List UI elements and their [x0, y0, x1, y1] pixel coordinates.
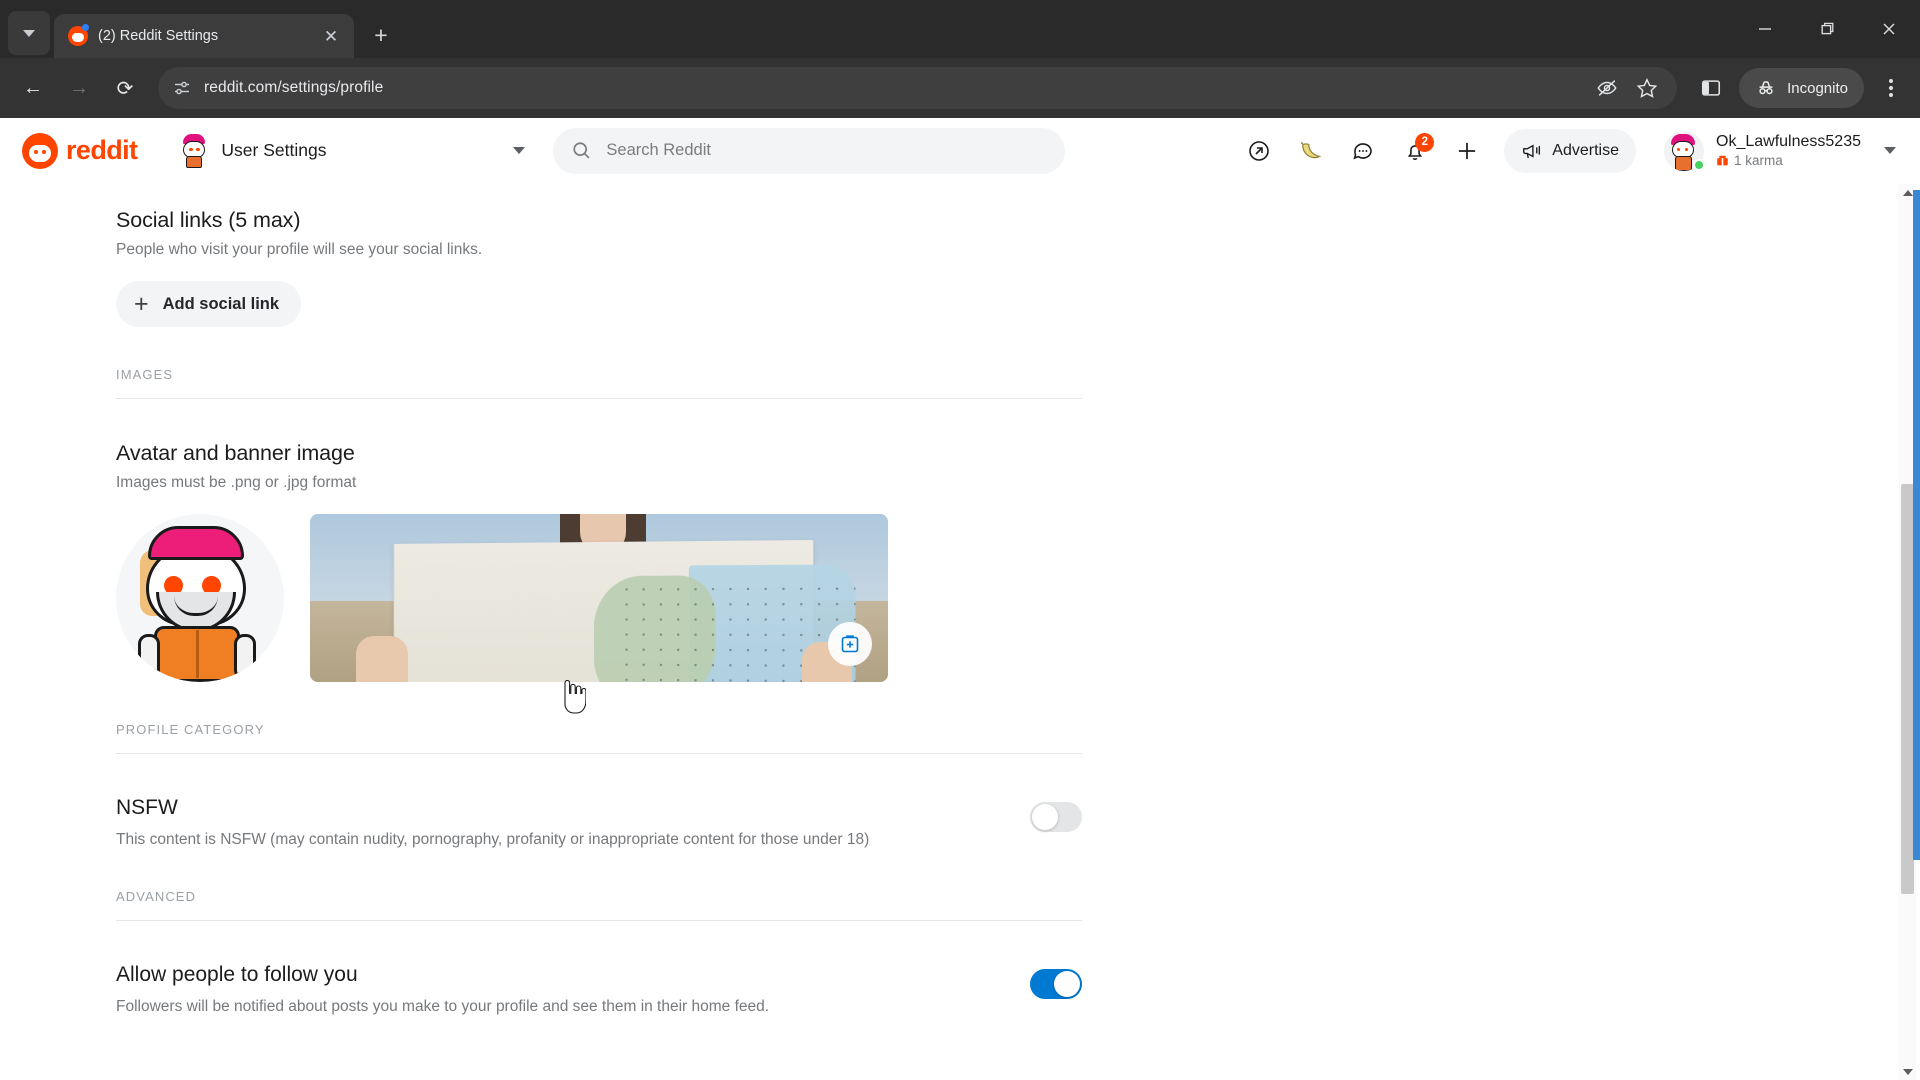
incognito-icon [1755, 77, 1777, 99]
banner-photo-person-holding-map[interactable] [310, 514, 888, 682]
follow-setting-row: Allow people to follow you Followers wil… [116, 963, 1082, 1018]
advertise-button[interactable]: Advertise [1504, 128, 1636, 173]
profile-category-group: PROFILE CATEGORY [116, 722, 1196, 754]
url-text: reddit.com/settings/profile [204, 79, 384, 96]
avatar-banner-section: Avatar and banner image Images must be .… [116, 441, 1196, 682]
settings-page: Social links (5 max) People who visit yo… [0, 184, 1920, 1080]
side-panel-icon[interactable] [1699, 76, 1723, 100]
karma-label: 1 karma [1734, 153, 1783, 168]
reddit-logo[interactable]: reddit [22, 132, 138, 169]
images-group-label: IMAGES [116, 367, 174, 382]
search-input[interactable]: Search Reddit [553, 127, 1066, 174]
search-placeholder: Search Reddit [606, 141, 711, 159]
add-image-icon[interactable] [828, 622, 872, 666]
social-links-description: People who visit your profile will see y… [116, 241, 483, 258]
eye-slash-icon[interactable] [1595, 76, 1619, 100]
avatar-banner-title: Avatar and banner image [116, 441, 355, 465]
search-icon [571, 140, 592, 161]
social-links-section: Social links (5 max) People who visit yo… [116, 208, 1196, 327]
user-avatar-snoo[interactable] [116, 514, 284, 682]
new-tab-button[interactable]: + [364, 18, 398, 52]
tab-strip: (2) Reddit Settings ✕ + [0, 0, 1920, 58]
browser-window: (2) Reddit Settings ✕ + ← → ⟳ reddit.com… [0, 0, 1920, 1080]
avatar-banner-description: Images must be .png or .jpg format [116, 474, 357, 491]
plus-icon: + [134, 289, 149, 318]
chevron-down-icon [1884, 147, 1896, 154]
add-social-link-label: Add social link [162, 294, 280, 313]
divider [116, 753, 1082, 754]
avatar [1664, 130, 1705, 171]
advanced-group: ADVANCED [116, 889, 1196, 922]
nsfw-toggle[interactable] [1030, 802, 1082, 832]
browser-tab[interactable]: (2) Reddit Settings ✕ [54, 14, 354, 58]
online-status-dot [1693, 158, 1705, 171]
reddit-logo-icon [22, 132, 58, 169]
images-group: IMAGES [116, 367, 1196, 399]
close-icon[interactable]: ✕ [318, 23, 344, 49]
add-social-link-button[interactable]: + Add social link [116, 281, 302, 327]
notification-badge: 2 [1415, 132, 1435, 152]
kebab-menu-icon[interactable] [1874, 68, 1908, 108]
banana-icon[interactable] [1288, 128, 1334, 174]
megaphone-icon [1521, 140, 1543, 162]
incognito-label: Incognito [1787, 79, 1848, 97]
profile-category-group-label: PROFILE CATEGORY [116, 722, 265, 737]
tab-title: (2) Reddit Settings [98, 28, 219, 44]
maximize-button[interactable] [1796, 0, 1858, 58]
user-settings-label: User Settings [221, 140, 327, 160]
follow-title: Allow people to follow you [116, 963, 358, 987]
reddit-favicon [68, 24, 89, 46]
user-info: Ok_Lawfulness5235 1 karma [1716, 133, 1861, 168]
advertise-label: Advertise [1552, 141, 1619, 159]
omnibox-actions [1595, 76, 1663, 100]
divider [116, 398, 1082, 399]
settings-content: Social links (5 max) People who visit yo… [116, 184, 1196, 1019]
nsfw-title: NSFW [116, 796, 178, 819]
incognito-indicator[interactable]: Incognito [1739, 68, 1864, 108]
address-bar[interactable]: reddit.com/settings/profile [158, 67, 1678, 109]
site-settings-icon[interactable] [172, 78, 192, 98]
scroll-down-arrow[interactable] [1899, 1063, 1916, 1080]
star-icon[interactable] [1635, 76, 1659, 100]
karma-icon [1716, 154, 1729, 167]
close-window-button[interactable] [1858, 0, 1920, 58]
mouse-cursor [556, 679, 587, 714]
nsfw-description: This content is NSFW (may contain nudity… [116, 831, 870, 848]
focus-edge-indicator [1913, 190, 1920, 860]
avatar-banner-row [116, 514, 1196, 682]
reddit-wordmark: reddit [66, 135, 138, 165]
header-actions: 2 Advertise Ok_Lawfulness5235 1 karma [1236, 125, 1904, 177]
create-post-plus-icon[interactable] [1444, 128, 1490, 174]
user-menu[interactable]: Ok_Lawfulness5235 1 karma [1654, 125, 1904, 177]
social-links-title: Social links (5 max) [116, 208, 301, 232]
chevron-down-icon [513, 147, 526, 154]
popular-arrow-icon[interactable] [1236, 128, 1282, 174]
follow-toggle[interactable] [1030, 969, 1082, 1000]
notification-bell-icon[interactable]: 2 [1392, 128, 1438, 174]
back-button[interactable]: ← [12, 67, 54, 109]
reload-button[interactable]: ⟳ [104, 67, 146, 109]
chat-bubble-icon[interactable] [1340, 128, 1386, 174]
user-settings-selector[interactable]: User Settings [175, 129, 535, 173]
nsfw-setting-row: NSFW This content is NSFW (may contain n… [116, 796, 1082, 851]
snoo-avatar-icon [179, 133, 209, 168]
reddit-header: reddit User Settings Search Reddit 2 Adv… [0, 118, 1920, 184]
minimize-button[interactable] [1734, 0, 1796, 58]
username-label: Ok_Lawfulness5235 [1716, 133, 1861, 150]
chevron-down-icon [23, 29, 35, 37]
browser-toolbar: ← → ⟳ reddit.com/settings/profile Incogn… [0, 58, 1920, 118]
forward-button[interactable]: → [58, 67, 100, 109]
window-controls [1734, 0, 1920, 58]
tab-search-button[interactable] [8, 11, 50, 55]
divider [116, 920, 1082, 922]
follow-description: Followers will be notified about posts y… [116, 998, 770, 1016]
advanced-group-label: ADVANCED [116, 889, 197, 905]
